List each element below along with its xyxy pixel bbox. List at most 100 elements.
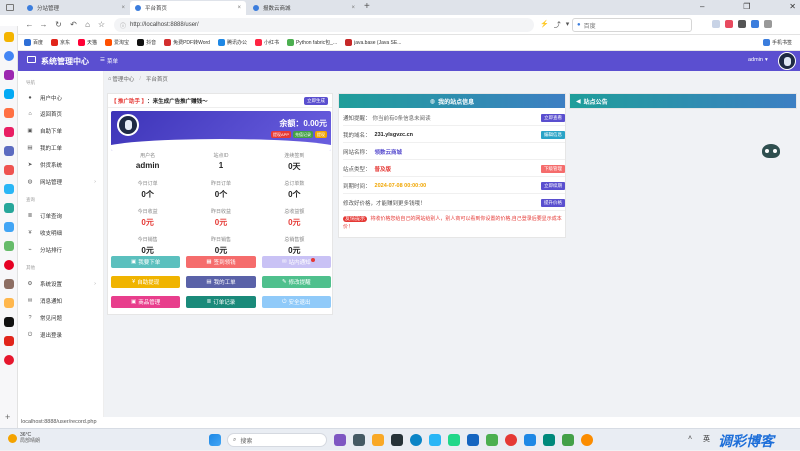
browser-tab-active[interactable]: 平台首页 × <box>130 1 246 15</box>
browser-tab[interactable]: 分站管理 × <box>22 1 130 15</box>
edit-info-button[interactable]: 编辑信息 <box>541 131 565 139</box>
breadcrumb-home[interactable]: 管理中心 <box>112 75 134 83</box>
withdraw-badge[interactable]: 提现 <box>315 131 327 138</box>
note-icon[interactable] <box>4 241 14 251</box>
pycharm-icon[interactable] <box>448 434 460 446</box>
bookmark[interactable]: 小红书 <box>255 39 279 46</box>
withdraw-button[interactable]: ¥自助提现 <box>111 276 180 288</box>
avatar[interactable] <box>778 52 796 70</box>
reminder-button[interactable]: ✎修改提醒 <box>262 276 331 288</box>
gif-icon[interactable] <box>4 165 14 175</box>
tiktok-icon[interactable] <box>4 317 14 327</box>
game-icon[interactable] <box>4 70 14 80</box>
sidebar-item-settings[interactable]: ⚙系统设置› <box>26 279 104 289</box>
minimize-icon[interactable]: – <box>700 2 704 11</box>
browser-tab[interactable]: 报数云商城 × <box>248 1 360 15</box>
user-menu[interactable]: admin ▾ <box>748 57 768 63</box>
home-icon[interactable]: ⌂ <box>82 19 93 30</box>
sub-manage-button[interactable]: 下级管理 <box>541 165 565 173</box>
clock-icon[interactable] <box>4 51 14 61</box>
checkin-button[interactable]: ▦签到领钱 <box>186 256 255 268</box>
folder-icon[interactable] <box>372 434 384 446</box>
avatar-icon[interactable] <box>4 298 14 308</box>
lightning-icon[interactable]: ⚡ <box>540 20 549 30</box>
image-icon[interactable] <box>4 127 14 137</box>
sidebar-item-tickets[interactable]: ▤我的工单 <box>26 143 104 153</box>
wechat-icon[interactable] <box>486 434 498 446</box>
share-icon[interactable]: ⤴ <box>554 20 561 30</box>
task-view-icon[interactable] <box>353 434 365 446</box>
records-button[interactable]: ≣订单记录 <box>186 296 255 308</box>
extension-icon[interactable] <box>712 20 720 28</box>
app-icon[interactable] <box>543 434 555 446</box>
close-window-icon[interactable]: ✕ <box>789 2 796 11</box>
window-controls[interactable]: – ❐ ✕ <box>700 2 796 11</box>
app-icon[interactable] <box>391 434 403 446</box>
chrome-icon[interactable] <box>505 434 517 446</box>
menu-icon[interactable] <box>764 20 772 28</box>
bookmark[interactable]: 抖音 <box>137 39 156 46</box>
undo-icon[interactable]: ↶ <box>68 19 79 30</box>
back-icon[interactable]: ← <box>24 19 35 30</box>
close-icon[interactable]: × <box>237 5 241 11</box>
dropdown-icon[interactable]: ▾ <box>566 20 570 30</box>
bookmark[interactable]: 天猫 <box>78 39 97 46</box>
close-icon[interactable]: × <box>351 5 355 11</box>
mascot-icon[interactable] <box>760 140 782 160</box>
p-app-icon[interactable] <box>467 434 479 446</box>
sidebar-item-supply[interactable]: ➤供货系统 <box>26 160 104 170</box>
restore-icon[interactable]: ❐ <box>743 2 750 11</box>
app-icon[interactable] <box>334 434 346 446</box>
sidebar-item-messages[interactable]: ✉消息通知 <box>26 296 104 306</box>
edge-icon[interactable] <box>410 434 422 446</box>
app-icon[interactable] <box>562 434 574 446</box>
new-tab-button[interactable]: + <box>364 1 370 12</box>
notice-button[interactable]: ✉站内通知 <box>262 256 331 268</box>
renew-button[interactable]: 立即续期 <box>541 182 565 190</box>
star-icon[interactable] <box>4 32 14 42</box>
address-bar[interactable]: ⓘ http://localhost:8888/user/ <box>114 18 534 32</box>
bookmark[interactable]: 腾讯办公 <box>218 39 247 46</box>
sidebar-item-finance[interactable]: ¥收支明细 <box>26 228 104 238</box>
sidebar-item-faq[interactable]: ?常见问题 <box>26 313 104 323</box>
recharge-badge[interactable]: 充值记录 <box>293 131 313 138</box>
taskbar-search[interactable]: ⌕ 搜索 <box>227 433 327 447</box>
sidebar-item-site-manage[interactable]: ◍网站管理› <box>26 177 104 187</box>
scan-icon[interactable] <box>4 203 14 213</box>
shop-icon[interactable] <box>4 108 14 118</box>
bookmark[interactable]: 百度 <box>24 39 43 46</box>
raise-price-button[interactable]: 提升价格 <box>541 199 565 207</box>
app-withdraw-badge[interactable]: 提现APP <box>271 131 291 138</box>
crop-icon[interactable] <box>4 184 14 194</box>
ime-indicator[interactable]: 英 <box>703 434 710 444</box>
weibo-icon[interactable] <box>4 355 14 365</box>
bookmark[interactable]: 免费PDF转Word <box>164 39 210 46</box>
sidebar-item-user-center[interactable]: ●用户中心 <box>26 93 104 103</box>
sidebar-item-order[interactable]: ▣自助下单 <box>26 126 104 136</box>
bookmark[interactable]: java.base (Java SE... <box>345 39 401 46</box>
tickets-button[interactable]: ▤我的工单 <box>186 276 255 288</box>
star-icon[interactable]: ☆ <box>96 19 107 30</box>
translate-icon[interactable] <box>4 222 14 232</box>
weather-widget[interactable]: 36°C 局部晴朗 <box>8 432 40 444</box>
bookmark-mobile[interactable]: 手机书签 <box>763 39 792 46</box>
sidebar-item-order-query[interactable]: ≣订单查询 <box>26 211 104 221</box>
start-icon[interactable] <box>209 434 221 446</box>
reload-icon[interactable]: ↻ <box>53 19 64 30</box>
generate-button[interactable]: 立即生成 <box>304 97 328 105</box>
jd-app-icon[interactable] <box>4 336 14 346</box>
app-icon[interactable] <box>429 434 441 446</box>
extension-icon[interactable] <box>751 20 759 28</box>
sidebar-item-home[interactable]: ⌂返回首页 <box>26 109 104 119</box>
extension-icon[interactable] <box>738 20 746 28</box>
view-now-button[interactable]: 立即查看 <box>541 114 565 122</box>
video-icon[interactable] <box>4 89 14 99</box>
close-icon[interactable]: × <box>121 5 125 11</box>
forward-icon[interactable]: → <box>38 19 49 30</box>
search-input[interactable]: ● 百度 <box>572 18 692 32</box>
sidebar-item-ranking[interactable]: ⌁分站排行 <box>26 245 104 255</box>
logout-button[interactable]: ⏻安全退出 <box>262 296 331 308</box>
browser-sidebar-toggle-icon[interactable] <box>6 4 14 11</box>
goods-button[interactable]: ▣商品管理 <box>111 296 180 308</box>
bookmark[interactable]: 爱淘宝 <box>105 39 129 46</box>
